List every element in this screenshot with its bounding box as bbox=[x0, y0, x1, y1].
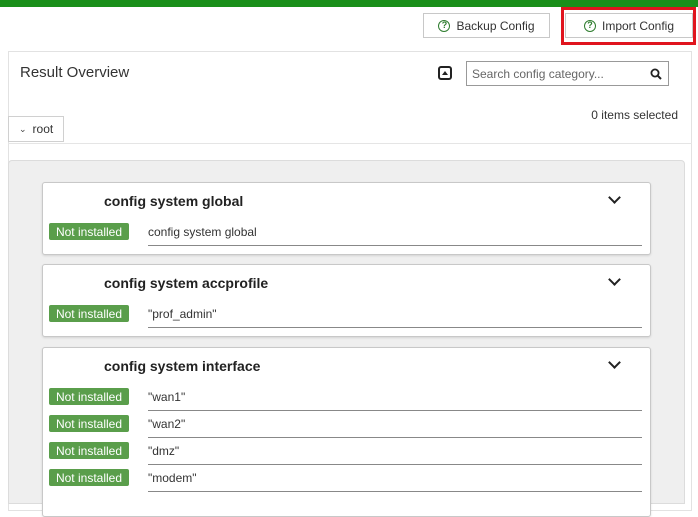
search-input[interactable] bbox=[467, 62, 644, 85]
config-row-label: "wan2" bbox=[148, 417, 186, 431]
status-badge: Not installed bbox=[49, 442, 129, 459]
config-row-label: "prof_admin" bbox=[148, 307, 217, 321]
config-card-system-interface: config system interface Not installed "w… bbox=[42, 347, 651, 517]
config-row[interactable]: Not installed "wan2" bbox=[43, 411, 650, 438]
breadcrumb-label: root bbox=[32, 122, 54, 136]
card-header[interactable]: config system interface bbox=[43, 348, 650, 384]
chevron-down-icon[interactable] bbox=[608, 275, 620, 287]
breadcrumb-root[interactable]: ⌄ root bbox=[8, 116, 65, 142]
row-divider bbox=[148, 491, 642, 492]
status-badge: Not installed bbox=[49, 388, 129, 405]
card-header[interactable]: config system global bbox=[43, 183, 650, 219]
card-title: config system global bbox=[104, 193, 244, 209]
status-badge: Not installed bbox=[49, 223, 129, 240]
config-row[interactable]: Not installed "wan1" bbox=[43, 384, 650, 411]
status-badge: Not installed bbox=[49, 305, 129, 322]
config-row[interactable]: Not installed "prof_admin" bbox=[43, 301, 650, 328]
search-box bbox=[466, 61, 669, 86]
card-title: config system interface bbox=[104, 358, 261, 374]
config-row[interactable]: Not installed config system global bbox=[43, 219, 650, 246]
card-title: config system accprofile bbox=[104, 275, 269, 291]
import-config-button[interactable]: ? Import Config bbox=[565, 13, 693, 38]
card-header[interactable]: config system accprofile bbox=[43, 265, 650, 301]
config-row-label: "dmz" bbox=[148, 444, 180, 458]
config-card-system-accprofile: config system accprofile Not installed "… bbox=[42, 264, 651, 337]
items-selected-count: 0 items selected bbox=[591, 108, 678, 122]
divider bbox=[8, 143, 692, 144]
backup-config-button[interactable]: ? Backup Config bbox=[423, 13, 550, 38]
import-config-label: Import Config bbox=[601, 18, 675, 33]
row-divider bbox=[148, 327, 642, 328]
help-circle-icon: ? bbox=[438, 19, 451, 32]
search-icon[interactable] bbox=[644, 62, 668, 85]
config-row-label: "wan1" bbox=[148, 390, 186, 404]
page-title: Result Overview bbox=[20, 64, 130, 81]
chevron-down-icon: ⌄ bbox=[19, 123, 27, 134]
help-circle-icon: ? bbox=[583, 19, 596, 32]
top-accent-bar bbox=[0, 0, 698, 7]
chevron-down-icon[interactable] bbox=[608, 193, 620, 205]
config-row[interactable]: Not installed "modem" bbox=[43, 465, 650, 492]
config-row-label: config system global bbox=[148, 225, 257, 239]
status-badge: Not installed bbox=[49, 469, 129, 486]
backup-config-label: Backup Config bbox=[456, 18, 535, 33]
status-badge: Not installed bbox=[49, 415, 129, 432]
config-row-label: "modem" bbox=[148, 471, 197, 485]
row-divider bbox=[148, 245, 642, 246]
collapse-all-icon[interactable] bbox=[438, 66, 452, 80]
config-card-system-global: config system global Not installed confi… bbox=[42, 182, 651, 255]
chevron-down-icon[interactable] bbox=[608, 358, 620, 370]
config-row[interactable]: Not installed "dmz" bbox=[43, 438, 650, 465]
